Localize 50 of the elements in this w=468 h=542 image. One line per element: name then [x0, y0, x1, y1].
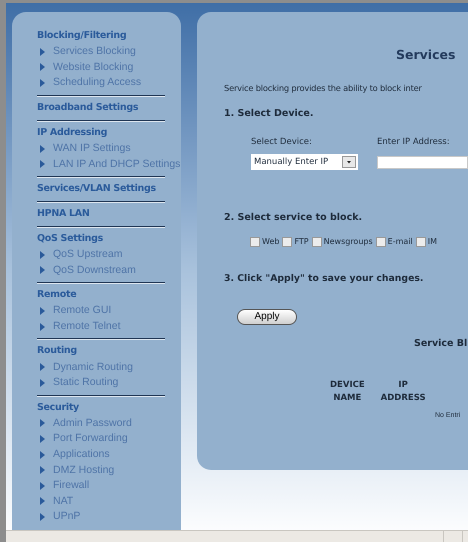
sidebar-link[interactable]: Services Blocking	[53, 45, 136, 58]
description-text: Service blocking provides the ability to block inter	[224, 82, 422, 95]
sidebar-link[interactable]: Website Blocking	[53, 60, 134, 74]
sidebar-link[interactable]: UPnP	[53, 510, 80, 524]
sidebar-link[interactable]: Admin Password	[53, 416, 132, 430]
checkbox[interactable]	[282, 237, 292, 247]
sidebar-link[interactable]: Scheduling Access	[53, 76, 142, 90]
sidebar-link[interactable]: Static Routing	[53, 376, 118, 390]
sidebar-link[interactable]: QoS Downstream	[53, 264, 136, 277]
step-heading: 2. Select service to block.	[224, 211, 362, 225]
sidebar-link[interactable]: Applications	[53, 448, 110, 462]
section-heading[interactable]: Routing	[37, 343, 77, 360]
checkbox-label: IM	[428, 236, 438, 248]
section-heading[interactable]: Services/VLAN Settings	[37, 180, 156, 197]
section-heading[interactable]: QoS Settings	[37, 230, 103, 247]
section-heading[interactable]: HPNA LAN	[37, 206, 90, 222]
checkbox[interactable]	[312, 237, 322, 247]
checkbox-label: E-mail	[388, 236, 413, 248]
field-label: Select Device:	[251, 136, 313, 149]
sidebar-link[interactable]: DMZ Hosting	[53, 464, 114, 477]
sidebar-link[interactable]: WAN IP Settings	[53, 142, 131, 156]
section-heading[interactable]: Broadband Settings	[37, 100, 138, 116]
step-heading: 1. Select Device.	[224, 107, 314, 121]
sidebar-link[interactable]: QoS Upstream	[53, 248, 122, 262]
apply-button[interactable]: Apply	[237, 309, 297, 325]
sidebar-link[interactable]: Remote GUI	[53, 304, 112, 318]
section-heading[interactable]: Security	[37, 400, 79, 416]
page-title: Services	[396, 48, 456, 62]
checkbox[interactable]	[416, 237, 426, 247]
sidebar-link[interactable]: Firewall	[53, 479, 90, 492]
section-heading[interactable]: IP Addressing	[37, 124, 108, 141]
step-heading: 3. Click "Apply" to save your changes.	[224, 272, 424, 286]
checkbox[interactable]	[376, 237, 386, 247]
column-header: DEVICE NAME	[330, 379, 365, 405]
sidebar-link[interactable]: Dynamic Routing	[53, 360, 133, 374]
device-dropdown[interactable]: Manually Enter IP	[251, 154, 358, 170]
checkbox[interactable]	[250, 237, 260, 247]
field-label: Enter IP Address:	[377, 136, 450, 149]
column-header: IP ADDRESS	[380, 379, 426, 405]
checkbox-label: Web	[262, 236, 280, 248]
sidebar-link[interactable]: NAT	[53, 494, 74, 508]
sidebar-link[interactable]: LAN IP And DHCP Settings	[53, 158, 180, 171]
sidebar-link[interactable]: Port Forwarding	[53, 432, 128, 446]
sidebar-link[interactable]: Remote Telnet	[53, 320, 121, 334]
table-title: Service Bl	[414, 337, 468, 351]
checkbox-label: Newsgroups	[324, 236, 373, 248]
checkbox-label: FTP	[294, 236, 309, 248]
ip-address-field[interactable]	[377, 156, 468, 168]
section-heading[interactable]: Blocking/Filtering	[37, 28, 126, 44]
section-heading[interactable]: Remote	[37, 287, 76, 304]
